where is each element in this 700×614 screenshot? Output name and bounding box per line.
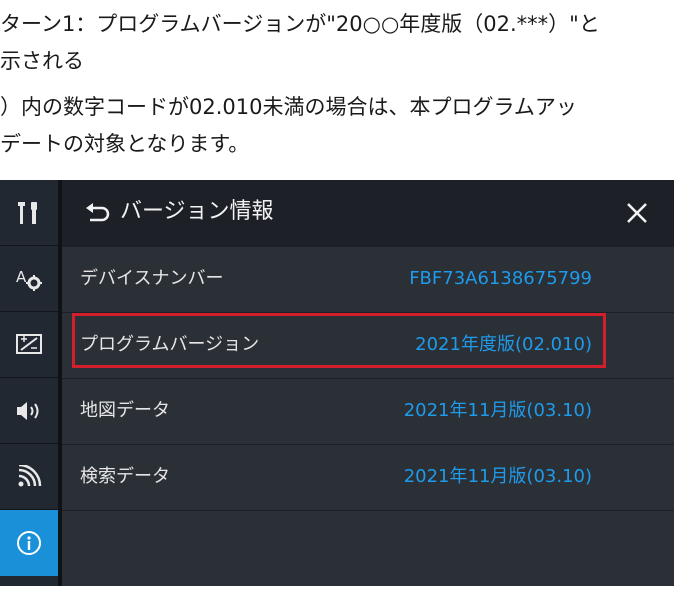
speaker-icon xyxy=(17,401,39,420)
panel-title: バージョン情報 xyxy=(120,199,274,224)
info-row-device-number: デバイスナンバー FBF73A6138675799 xyxy=(62,246,674,312)
sidebar-item-wireless[interactable] xyxy=(0,444,58,510)
sidebar: A xyxy=(0,180,58,586)
highlight-box xyxy=(72,313,606,368)
screen-adjust-icon xyxy=(16,333,42,354)
info-row-search-data: 検索データ 2021年11月版(03.10) xyxy=(62,444,674,510)
row-label: デバイスナンバー xyxy=(80,268,224,289)
display-settings-icon: A xyxy=(16,268,42,291)
svg-text:A: A xyxy=(16,268,27,286)
caption-line-3: ）内の数字コードが02.010未満の場合は、本プログラムアッ xyxy=(0,95,577,119)
info-row-empty xyxy=(62,510,674,586)
sidebar-item-screen-adjust[interactable] xyxy=(0,312,58,378)
caption-line-2: 示される xyxy=(0,49,84,73)
close-icon[interactable] xyxy=(624,200,650,226)
version-info-panel: バージョン情報 デバイスナンバー FBF73A6138675799 プログラムバ… xyxy=(62,180,674,586)
back-icon[interactable] xyxy=(84,200,112,226)
tools-icon xyxy=(18,201,37,224)
row-label: 地図データ xyxy=(80,400,170,421)
sidebar-item-display-settings[interactable]: A xyxy=(0,246,58,312)
row-value: 2021年11月版(03.10) xyxy=(403,466,592,487)
row-label: 検索データ xyxy=(80,466,170,487)
info-icon xyxy=(17,531,41,555)
sidebar-item-info[interactable] xyxy=(0,510,58,576)
panel-header: バージョン情報 xyxy=(62,180,674,246)
row-value: FBF73A6138675799 xyxy=(409,268,592,289)
row-value: 2021年11月版(03.10) xyxy=(403,400,592,421)
wireless-icon xyxy=(18,464,42,486)
sidebar-item-tools[interactable] xyxy=(0,180,58,246)
sidebar-item-sound[interactable] xyxy=(0,378,58,444)
caption-line-1: ターン1：プログラムバージョンが"20○○年度版（02.***）"と xyxy=(0,12,600,36)
device-screen: A バージョン情報 デバイスナンバー FBF73A6138675799 プログラ… xyxy=(0,180,674,586)
info-row-map-data: 地図データ 2021年11月版(03.10) xyxy=(62,378,674,444)
caption-line-4: デートの対象となります。 xyxy=(0,132,250,156)
